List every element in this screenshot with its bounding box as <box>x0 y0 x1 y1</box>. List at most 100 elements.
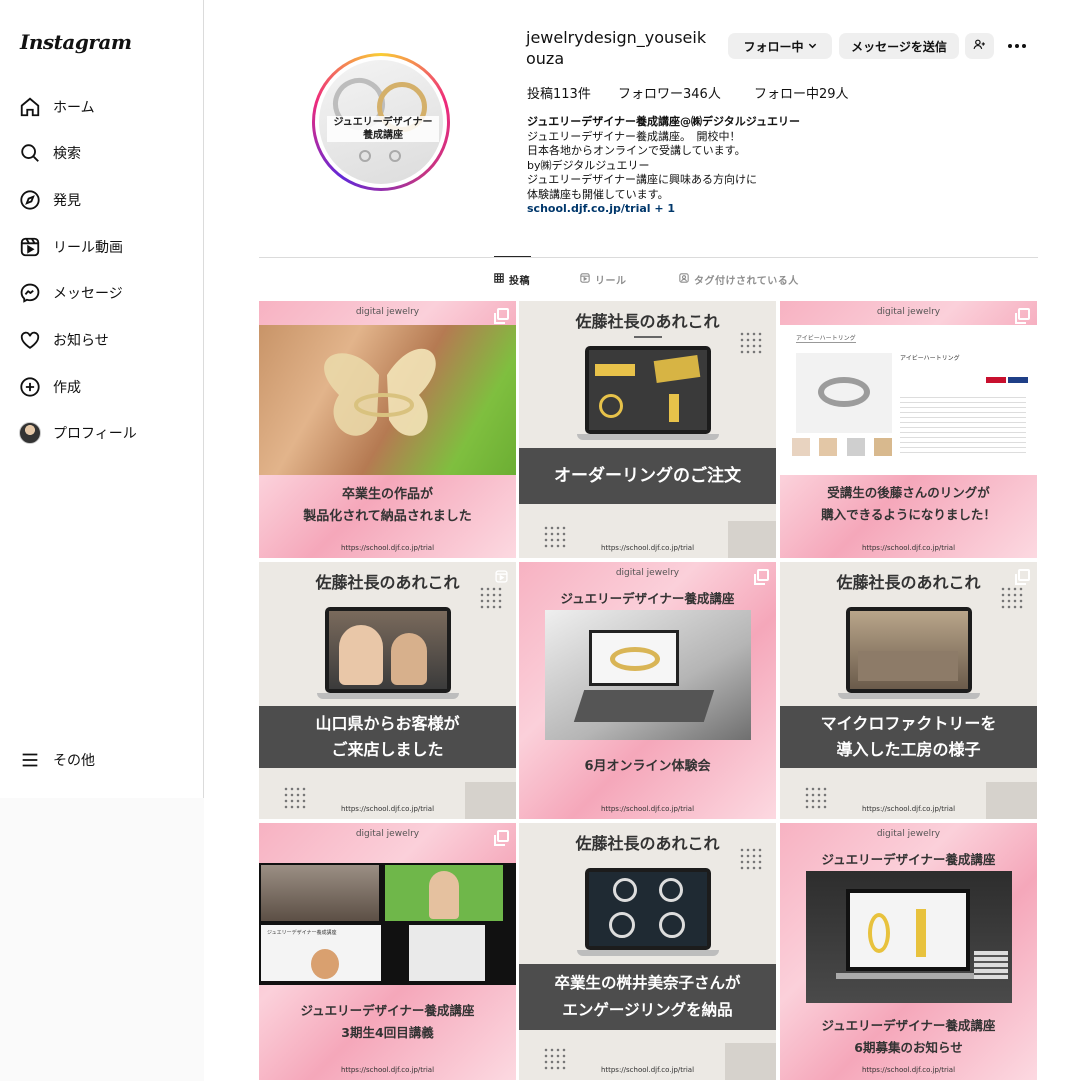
bio-line: by㈱デジタルジュエリー <box>527 158 650 172</box>
laptop-base <box>838 693 980 699</box>
video-call-grid: ジュエリーデザイナー養成講座 <box>259 863 516 985</box>
badge <box>986 377 1006 383</box>
post-url: https://school.djf.co.jp/trial <box>600 805 695 813</box>
post-photo <box>259 325 516 475</box>
following-count[interactable]: フォロー中29人 <box>754 83 849 102</box>
sidebar-item-messages[interactable]: メッセージ <box>18 279 123 307</box>
tag-icon <box>679 273 689 286</box>
thumbnail-row <box>792 438 892 458</box>
post-caption-line: 卒業生の作品が <box>341 487 433 502</box>
ring-image <box>659 878 683 902</box>
post-header: 佐藤社長のあれこれ <box>836 573 981 592</box>
sidebar-item-explore[interactable]: 発見 <box>18 186 81 214</box>
ring-image <box>659 912 685 938</box>
post-caption-line: 導入した工房の様子 <box>836 740 981 759</box>
laptop-screen <box>850 611 968 689</box>
post-caption: ジュエリーデザイナー養成講座 3期生4回目講義 <box>259 1000 516 1044</box>
hamburger-menu-icon <box>18 748 42 772</box>
instagram-logo[interactable]: Instagram <box>20 30 132 54</box>
decor-block <box>986 782 1037 819</box>
laptop-image <box>585 868 711 950</box>
post-caption: 受講生の後藤さんのリングが 購入できるようになりました！ <box>780 482 1037 526</box>
post-9[interactable]: digital jewelry ジュエリーデザイナー養成講座 ジュエリーデザイナ… <box>780 823 1037 1080</box>
post-caption: 卒業生の桝井美奈子さんが エンゲージリングを納品 <box>519 964 776 1030</box>
profile-picture-text-line: 養成講座 <box>363 130 403 141</box>
laptop-keyboard <box>573 690 715 722</box>
sidebar-item-reels[interactable]: リール動画 <box>18 233 123 261</box>
bio-line: ジュエリーデザイナー養成講座。 開校中！ <box>527 129 741 143</box>
sidebar-item-profile[interactable]: プロフィール <box>18 419 137 447</box>
post-caption-line: ジュエリーデザイナー養成講座 <box>821 1018 996 1033</box>
post-brand: digital jewelry <box>355 307 420 317</box>
grid-icon <box>494 273 504 286</box>
laptop-image <box>325 607 451 693</box>
ring-image <box>669 394 679 422</box>
laptop-screen <box>589 872 707 946</box>
desk-photo <box>806 871 1012 1003</box>
add-user-icon <box>973 38 986 54</box>
dot-pattern <box>739 331 763 355</box>
sidebar-item-more[interactable]: その他 <box>18 746 95 774</box>
followers-count[interactable]: フォロワー346人 <box>618 83 721 102</box>
post-url: https://school.djf.co.jp/trial <box>600 1066 695 1074</box>
tab-posts[interactable]: 投稿 <box>494 272 530 287</box>
post-caption: 山口県からお客様が ご来店しました <box>259 706 516 768</box>
sidebar-item-label: 発見 <box>53 193 81 209</box>
decor-block <box>725 1043 776 1080</box>
sidebar-item-search[interactable]: 検索 <box>18 139 81 167</box>
carousel-icon <box>494 308 509 324</box>
post-1[interactable]: digital jewelry 卒業生の作品が 製品化されて納品されました ht… <box>259 301 516 558</box>
carousel-icon <box>1015 569 1030 585</box>
sidebar-item-create[interactable]: 作成 <box>18 373 81 401</box>
badge <box>1008 377 1028 383</box>
post-4[interactable]: 佐藤社長のあれこれ 山口県からお客様が ご来店しました https://scho… <box>259 562 516 819</box>
post-7[interactable]: digital jewelry ジュエリーデザイナー養成講座 ジュエリーデザイナ… <box>259 823 516 1080</box>
sidebar-item-notifications[interactable]: お知らせ <box>18 326 109 354</box>
post-8[interactable]: 佐藤社長のあれこれ 卒業生の桝井美奈子さんが エンゲージリングを納品 https… <box>519 823 776 1080</box>
ring-image <box>868 913 890 953</box>
tab-reels[interactable]: リール <box>580 272 627 287</box>
post-5[interactable]: digital jewelry ジュエリーデザイナー養成講座 6月オンライン体験… <box>519 562 776 819</box>
ring-image <box>818 377 870 407</box>
avatar <box>19 422 41 444</box>
sidebar-item-home[interactable]: ホーム <box>18 93 95 121</box>
more-options-icon[interactable] <box>1006 37 1028 55</box>
ring-image <box>916 909 926 957</box>
profile-bio: ジュエリーデザイナー養成講座@㈱デジタルジュエリー ジュエリーデザイナー養成講座… <box>527 115 800 217</box>
post-3[interactable]: digital jewelry アイビーハートリング アイビーハートリング 受講… <box>780 301 1037 558</box>
post-2[interactable]: 佐藤社長のあれこれ オーダーリングのご注文 https://school.djf… <box>519 301 776 558</box>
participant-video: ジュエリーデザイナー養成講座 <box>261 925 381 981</box>
page-title: アイビーハートリング <box>796 335 856 343</box>
post-url: https://school.djf.co.jp/trial <box>861 544 956 552</box>
ring-image <box>595 364 635 376</box>
heart-icon <box>18 328 42 352</box>
post-caption-line: 山口県からお客様が <box>315 714 460 733</box>
person-photo <box>339 625 383 685</box>
post-brand: digital jewelry <box>876 307 941 317</box>
post-6[interactable]: 佐藤社長のあれこれ マイクロファクトリーを 導入した工房の様子 https://… <box>780 562 1037 819</box>
laptop-base <box>577 950 719 956</box>
post-caption-line: 受講生の後藤さんのリングが <box>827 485 990 500</box>
product-image <box>796 353 892 433</box>
bio-link[interactable]: school.djf.co.jp/trial + 1 <box>527 202 800 217</box>
message-button[interactable]: メッセージを送信 <box>839 33 959 59</box>
laptop-screen <box>329 611 447 689</box>
profile-picture[interactable]: ジュエリーデザイナー 養成講座 <box>312 53 450 191</box>
laptop-image <box>846 607 972 693</box>
tab-tagged[interactable]: タグ付けされている人 <box>679 272 799 287</box>
person-photo <box>311 949 339 979</box>
posts-count: 投稿113件 <box>527 87 591 102</box>
bio-name: ジュエリーデザイナー養成講座@㈱デジタルジュエリー <box>527 115 801 128</box>
sidebar-bottom-area <box>0 798 204 1081</box>
post-url: https://school.djf.co.jp/trial <box>340 544 435 552</box>
tab-label: 投稿 <box>509 276 530 287</box>
ring-image <box>653 355 701 383</box>
suggest-user-button[interactable] <box>965 33 994 59</box>
following-button[interactable]: フォロー中 <box>728 33 832 59</box>
profile-picture-frame: ジュエリーデザイナー 養成講座 <box>315 56 447 188</box>
post-caption: 卒業生の作品が 製品化されて納品されました <box>259 484 516 528</box>
post-url: https://school.djf.co.jp/trial <box>340 1066 435 1074</box>
avatar-icon <box>18 421 42 445</box>
earring-image <box>389 150 401 162</box>
laptop-image <box>585 346 711 434</box>
